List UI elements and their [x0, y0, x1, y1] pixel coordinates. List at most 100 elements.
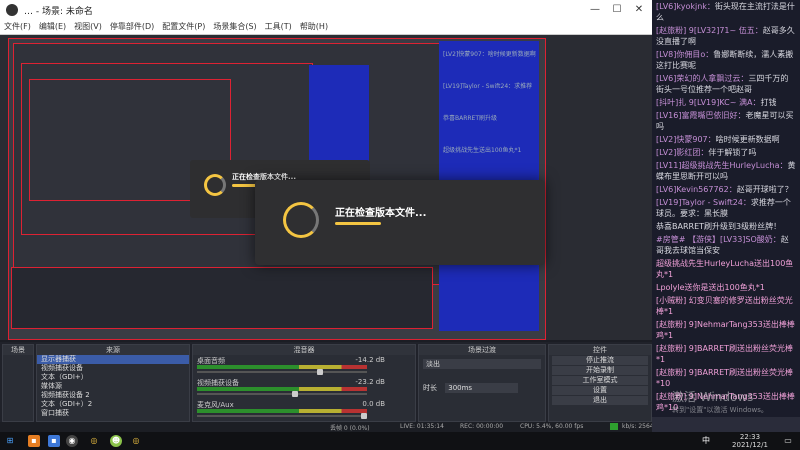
chat-username[interactable]: [LV6]kyokjnk： [656, 2, 715, 11]
windows-taskbar: ⊞ ▪ ▪ ◉ ◎ ☻ ◎ 中 22:33 2021/12/1 ▭ [0, 432, 800, 450]
nested-chat-line: [LV2]快蒙907：啥时候更新数据啊 [443, 51, 536, 58]
menu-tools[interactable]: 工具(T) [261, 20, 296, 33]
obs-taskbar-icon[interactable]: ◉ [66, 435, 78, 447]
chat-username[interactable]: [LV8]你佣目o： [656, 50, 713, 59]
volume-slider[interactable] [197, 369, 367, 375]
chat-username[interactable]: [LV16]富霞嘴巴依旧好： [656, 111, 745, 120]
chat-message: #房管# 【游侠】[LV33]SO酸奶：赵哥我去球馆当保安 [652, 233, 800, 257]
app-logo-icon [283, 202, 319, 238]
source-item[interactable]: 视频捕获设备 [37, 364, 189, 373]
source-item[interactable]: 媒体源 [37, 382, 189, 391]
mixer-channel: 麦克风/Aux 0.0 dB [193, 399, 415, 421]
volume-meter [197, 365, 367, 369]
transitions-dock-title: 场景过渡 [419, 345, 545, 355]
volume-slider[interactable] [197, 413, 367, 419]
sources-dock: 来源 显示器捕获 视频捕获设备 文本（GDI+） 媒体源 视频捕获设备 2 文本… [36, 344, 190, 422]
chat-username[interactable]: [抖叶]扎 9[LV19]KC~ 满A： [656, 98, 760, 107]
source-item[interactable]: 窗口捕获 [37, 409, 189, 418]
chat-input-bar[interactable] [652, 417, 800, 432]
update-splash: 正在检查版本文件... [255, 180, 545, 265]
chat-message: 超级挑战先生HurleyLucha送出100鱼丸*1 [652, 257, 800, 281]
menu-bar: 文件(F) 编辑(E) 视图(V) 停靠部件(D) 配置文件(P) 场景集合(S) 工具(T… [0, 20, 652, 35]
chat-message: [LV16]富霞嘴巴依旧好：老魔星可以买吗 [652, 109, 800, 133]
controls-dock-title: 控件 [549, 345, 651, 355]
chat-username[interactable]: [LV19]Taylor - Swift24： [656, 198, 751, 207]
transition-duration-row: 时长 300ms [423, 383, 541, 393]
app-icon[interactable]: ◎ [88, 435, 100, 447]
stream-health-icon [610, 423, 618, 430]
chat-text: 啥时候更新数据啊 [715, 135, 780, 144]
app-icon[interactable]: ▪ [28, 435, 40, 447]
windows-start-icon[interactable]: ⊞ [4, 435, 16, 447]
menu-scene-collection[interactable]: 场景集合(S) [209, 20, 260, 33]
source-item[interactable]: 显示器捕获 [37, 355, 189, 364]
clock-time: 22:33 [739, 433, 761, 441]
scenes-dock-title: 场景 [3, 345, 33, 355]
chat-message: [赵旅粉] 9]BARRET刷送出粉丝荧光棒*1 [652, 342, 800, 366]
chat-message: Lpolyle送你是送出100鱼丸*1 [652, 281, 800, 294]
volume-meter [197, 387, 367, 391]
transitions-dock: 场景过渡 淡出 时长 300ms [418, 344, 546, 422]
source-item[interactable]: 视频捕获设备 2 [37, 391, 189, 400]
studio-mode-button[interactable]: 工作室模式 [552, 376, 648, 385]
start-recording-button[interactable]: 开始录制 [552, 366, 648, 375]
chat-text: 打钱 [760, 98, 777, 107]
mixer-channel: 视频捕获设备 -23.2 dB [193, 377, 415, 399]
clock[interactable]: 22:33 2021/12/1 [730, 433, 770, 449]
menu-edit[interactable]: 编辑(E) [35, 20, 70, 33]
chat-username[interactable]: [LV6]Kevin567762： [656, 185, 737, 194]
ime-indicator[interactable]: 中 [700, 435, 712, 447]
transition-select[interactable]: 淡出 [423, 359, 541, 369]
chat-message: [赵旅粉] 9]BARRET刷送出粉丝荧光棒*10 [652, 366, 800, 390]
chat-message: [LV6]荣幻的人拿飘过云：三四千万的街头一号位推荐一个吧赵哥 [652, 72, 800, 96]
duration-input[interactable]: 300ms [445, 383, 519, 393]
settings-button[interactable]: 设置 [552, 386, 648, 395]
source-item[interactable]: 文本（GDI+）2 [37, 400, 189, 409]
app-icon[interactable]: ◎ [130, 435, 142, 447]
notification-icon[interactable]: ▭ [782, 435, 794, 447]
status-bar: 丢帧 0 (0.0%) LIVE: 01:35:14 REC: 00:00:00… [0, 422, 654, 432]
activate-windows-watermark: 激活 Windows 转到"设置"以激活 Windows。 [672, 388, 768, 415]
chat-text: 赵哥开球啦了？ [736, 185, 793, 194]
channel-db: -14.2 dB [355, 356, 385, 364]
mixer-dock-title: 混音器 [193, 345, 415, 355]
chat-username[interactable]: [赵旅粉] 9[LV32]71~ 伍五： [656, 26, 763, 35]
chat-username[interactable]: [LV6]荣幻的人拿飘过云： [656, 74, 748, 83]
stop-streaming-button[interactable]: 停止推流 [552, 356, 648, 365]
file-explorer-icon[interactable]: ▪ [48, 435, 60, 447]
live-timer: LIVE: 01:35:14 [400, 423, 444, 430]
chat-message: [LV2]快蒙907：啥时候更新数据啊 [652, 133, 800, 146]
chat-message: [赵旅粉] 9]NehmarTang353送出棒棒鸡*1 [652, 318, 800, 342]
menu-file[interactable]: 文件(F) [0, 20, 35, 33]
chat-username[interactable]: [LV2]快蒙907： [656, 135, 716, 144]
dropped-frames: 丢帧 0 (0.0%) [330, 425, 370, 432]
channel-db: -23.2 dB [355, 378, 385, 386]
audio-mixer-dock: 混音器 桌面音频 -14.2 dB 视频捕获设备 -23.2 dB 麦克风/Au… [192, 344, 416, 422]
chat-message: 恭喜BARRET刷升级到3级粉丝牌！ [652, 220, 800, 233]
menu-help[interactable]: 帮助(H) [296, 20, 332, 33]
exit-button[interactable]: 退出 [552, 396, 648, 405]
maximize-button[interactable]: ☐ [606, 2, 628, 18]
close-button[interactable]: ✕ [628, 2, 650, 18]
minimize-button[interactable]: — [584, 2, 606, 18]
volume-slider[interactable] [197, 391, 367, 397]
chat-username[interactable]: #房管# 【游侠】[LV33]SO酸奶： [656, 235, 781, 244]
chat-message: [小贼粉] 幻变贝塞的修罗送出粉丝荧光棒*1 [652, 294, 800, 318]
menu-docks[interactable]: 停靠部件(D) [106, 20, 158, 33]
chat-username[interactable]: [LV11]超级挑战先生HurleyLucha： [656, 161, 787, 170]
app-icon[interactable]: ☻ [110, 435, 122, 447]
rec-timer: REC: 00:00:00 [460, 423, 504, 430]
sources-dock-title: 来源 [37, 345, 189, 355]
watermark-title: 激活 Windows [672, 390, 754, 404]
chat-message: [LV6]kyokjnk：街头现在主流打法是什么 [652, 0, 800, 24]
chat-username[interactable]: [LV2]影红团： [656, 148, 708, 157]
splash-progress-bar [335, 222, 381, 225]
source-item[interactable]: 文本（GDI+） [37, 373, 189, 382]
chat-message: [赵旅粉] 9[LV32]71~ 伍五：赵哥多久没直播了啊 [652, 24, 800, 48]
controls-dock: 控件 停止推流 开始录制 工作室模式 设置 退出 [548, 344, 652, 422]
chat-text: [赵旅粉] 9]BARRET刷送出粉丝荧光棒*1 [656, 344, 794, 364]
clock-date: 2021/12/1 [732, 441, 768, 449]
chat-message: [LV8]你佣目o：鲁娜断断续，濡人素搬这打比赛呢 [652, 48, 800, 72]
menu-profile[interactable]: 配置文件(P) [158, 20, 209, 33]
menu-view[interactable]: 视图(V) [70, 20, 106, 33]
